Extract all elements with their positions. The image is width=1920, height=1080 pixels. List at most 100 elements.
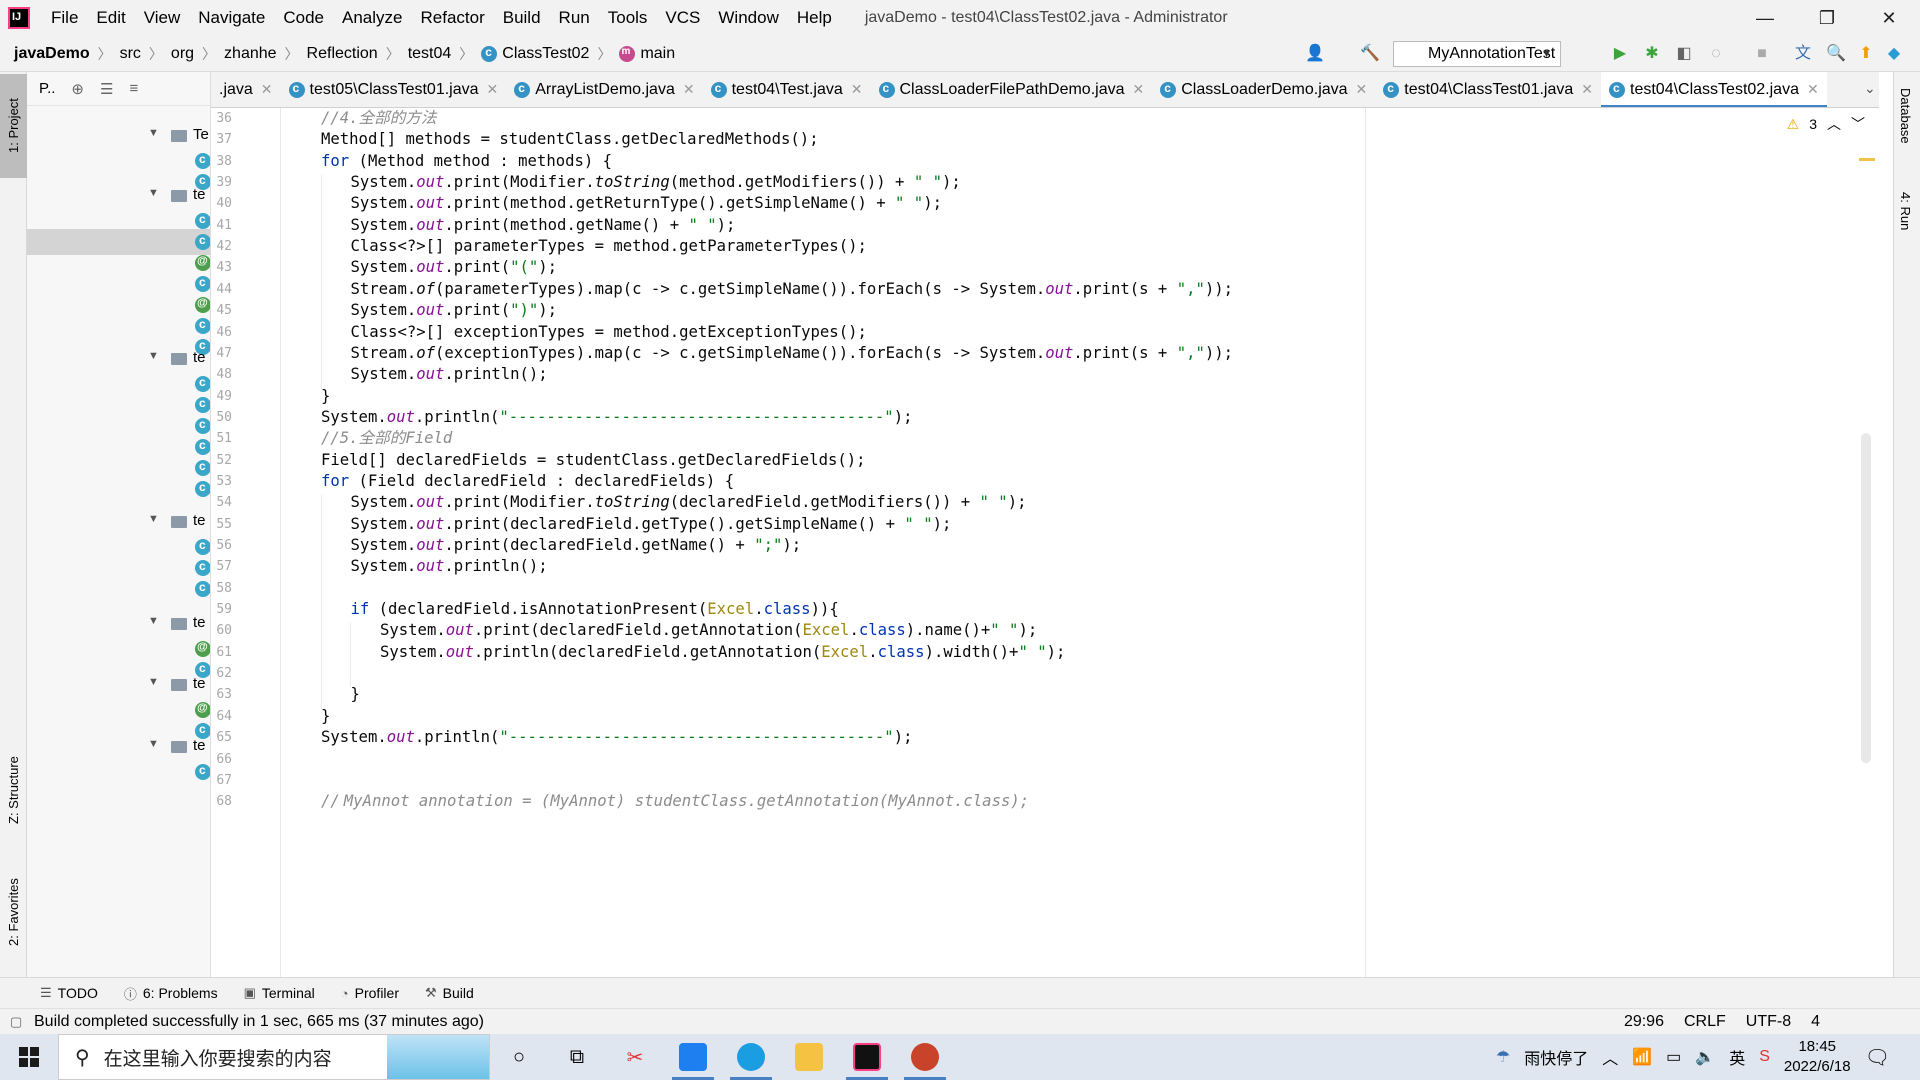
intellij-taskbar-icon[interactable]: [838, 1034, 896, 1080]
expand-all-icon[interactable]: ☰: [100, 80, 113, 98]
tree-folder-row[interactable]: ▼ Te: [27, 123, 210, 149]
snipping-tool-icon[interactable]: ✂: [606, 1034, 664, 1080]
expand-arrow-icon[interactable]: ▼: [148, 615, 159, 627]
bottom-tab-build[interactable]: ⚒ Build: [425, 985, 474, 1001]
network-icon[interactable]: 📶: [1632, 1047, 1652, 1067]
code-line[interactable]: System.out.println();: [351, 361, 548, 387]
start-button[interactable]: [0, 1034, 58, 1080]
editor-tab[interactable]: ClassLoaderDemo.java ✕: [1152, 72, 1375, 107]
update-icon[interactable]: ⬆: [1856, 44, 1876, 64]
menu-navigate[interactable]: Navigate: [189, 8, 274, 28]
status-toggle-icon[interactable]: ▢: [10, 1014, 22, 1030]
task-view-icon[interactable]: ⧉: [548, 1034, 606, 1080]
close-tab-icon[interactable]: ✕: [261, 81, 273, 98]
tree-file-row[interactable]: [27, 759, 210, 785]
vertical-scrollbar[interactable]: [1861, 433, 1871, 763]
tree-folder-row[interactable]: ▼ te: [27, 509, 210, 535]
expand-arrow-icon[interactable]: ▼: [148, 676, 159, 688]
ime-indicator[interactable]: 英: [1729, 1045, 1745, 1069]
tool-tab-structure[interactable]: Z: Structure: [0, 740, 27, 840]
breadcrumb-class[interactable]: ClassTest02: [481, 45, 589, 63]
editor-tab[interactable]: ArrayListDemo.java ✕: [506, 72, 702, 107]
tree-folder-row[interactable]: ▼ te: [27, 183, 210, 209]
tree-folder-row[interactable]: ▼ te: [27, 672, 210, 698]
code-editor[interactable]: 36 37 38 39 40 41 42 43 44 45 46 47 48 49 50 51 52 53 54 55…: [211, 108, 1879, 977]
menu-help[interactable]: Help: [788, 8, 841, 28]
feishu-app-icon[interactable]: [664, 1034, 722, 1080]
stop-icon[interactable]: ■: [1752, 44, 1772, 64]
project-view-select[interactable]: P..: [39, 80, 55, 97]
caret-position[interactable]: 29:96: [1624, 1013, 1664, 1031]
translate-icon[interactable]: 文: [1793, 44, 1813, 64]
build-hammer-icon[interactable]: 🔨: [1360, 44, 1380, 64]
build-status-message[interactable]: Build completed successfully in 1 sec, 6…: [34, 1013, 484, 1031]
editor-tab[interactable]: test04\ClassTest02.java ✕: [1601, 72, 1827, 107]
collapse-all-icon[interactable]: ≡: [129, 80, 138, 97]
menu-refactor[interactable]: Refactor: [411, 8, 493, 28]
maximize-icon[interactable]: ❐: [1796, 0, 1858, 36]
menu-edit[interactable]: Edit: [87, 8, 134, 28]
tabs-overflow-chevron-icon[interactable]: ⌄: [1864, 80, 1876, 97]
editor-tab[interactable]: test04\ClassTest01.java ✕: [1375, 72, 1601, 107]
tray-expand-icon[interactable]: ︿: [1602, 1045, 1618, 1069]
code-line[interactable]: System.out.println(declaredField.getAnno…: [380, 639, 1065, 665]
file-explorer-icon[interactable]: [780, 1034, 838, 1080]
expand-arrow-icon[interactable]: ▼: [148, 127, 159, 139]
code-line[interactable]: System.out.println();: [351, 553, 548, 579]
code-line[interactable]: }: [351, 681, 360, 707]
menu-file[interactable]: File: [42, 8, 87, 28]
breadcrumb-project[interactable]: javaDemo: [14, 45, 90, 63]
minimize-icon[interactable]: —: [1734, 0, 1796, 36]
expand-arrow-icon[interactable]: ▼: [148, 738, 159, 750]
inspection-widget[interactable]: ⚠ 3 ︿ ﹀: [1787, 114, 1865, 134]
previous-highlight-icon[interactable]: ︿: [1827, 114, 1841, 134]
close-tab-icon[interactable]: ✕: [487, 81, 499, 98]
user-account-icon[interactable]: 👤: [1305, 44, 1325, 64]
tree-folder-row[interactable]: ▼ te: [27, 611, 210, 637]
breadcrumb-method[interactable]: main: [619, 45, 675, 63]
breadcrumb-zhanhe[interactable]: zhanhe: [224, 45, 277, 63]
tool-tab-favorites[interactable]: 2: Favorites: [0, 862, 27, 962]
bottom-tab-profiler[interactable]: ◔ Profiler: [341, 985, 399, 1001]
debug-icon[interactable]: ✱: [1642, 44, 1662, 64]
weather-text[interactable]: 雨快停了: [1524, 1045, 1588, 1069]
breadcrumb-test04[interactable]: test04: [408, 45, 452, 63]
close-tab-icon[interactable]: ✕: [1807, 81, 1819, 98]
next-highlight-icon[interactable]: ﹀: [1851, 114, 1865, 134]
editor-tab[interactable]: .java ✕: [211, 72, 281, 107]
indent-setting[interactable]: 4: [1811, 1013, 1820, 1031]
expand-arrow-icon[interactable]: ▼: [148, 513, 159, 525]
close-tab-icon[interactable]: ✕: [851, 81, 863, 98]
run-configuration-select[interactable]: MyAnnotationTest ▼: [1393, 41, 1561, 67]
tree-folder-row[interactable]: ▼ te: [27, 346, 210, 372]
menu-code[interactable]: Code: [274, 8, 333, 28]
code-line[interactable]: System.out.println("--------------------…: [321, 724, 912, 750]
menu-vcs[interactable]: VCS: [656, 8, 709, 28]
notification-icon[interactable]: 🗨: [1865, 1045, 1890, 1070]
bottom-tab-problems[interactable]: ⓘ 6: Problems: [124, 984, 218, 1003]
close-tab-icon[interactable]: ✕: [1581, 81, 1593, 98]
menu-tools[interactable]: Tools: [599, 8, 657, 28]
tree-file-row[interactable]: [27, 576, 210, 602]
battery-icon[interactable]: ▭: [1666, 1047, 1681, 1067]
bottom-tab-terminal[interactable]: ▣ Terminal: [244, 985, 315, 1001]
tree-folder-row[interactable]: ▼ te: [27, 734, 210, 760]
breadcrumb-org[interactable]: org: [171, 45, 194, 63]
plugin-icon[interactable]: ◆: [1884, 44, 1904, 64]
editor-tab[interactable]: test05\ClassTest01.java ✕: [281, 72, 507, 107]
search-icon[interactable]: 🔍: [1826, 44, 1846, 64]
breadcrumb-src[interactable]: src: [120, 45, 141, 63]
menu-window[interactable]: Window: [709, 8, 787, 28]
locate-icon[interactable]: ⊕: [71, 80, 84, 98]
breadcrumb-reflection[interactable]: Reflection: [307, 45, 378, 63]
clock[interactable]: 18:45 2022/6/18: [1784, 1037, 1851, 1077]
close-tab-icon[interactable]: ✕: [1356, 81, 1368, 98]
close-window-icon[interactable]: ✕: [1858, 0, 1920, 36]
edge-browser-icon[interactable]: [722, 1034, 780, 1080]
antivirus-icon[interactable]: S: [1759, 1048, 1770, 1066]
menu-view[interactable]: View: [135, 8, 190, 28]
taskbar-search[interactable]: ⚲ 在这里输入你要搜索的内容: [58, 1034, 490, 1080]
line-separator[interactable]: CRLF: [1684, 1013, 1726, 1031]
cortana-icon[interactable]: ○: [490, 1034, 548, 1080]
run-icon[interactable]: ▶: [1610, 44, 1630, 64]
